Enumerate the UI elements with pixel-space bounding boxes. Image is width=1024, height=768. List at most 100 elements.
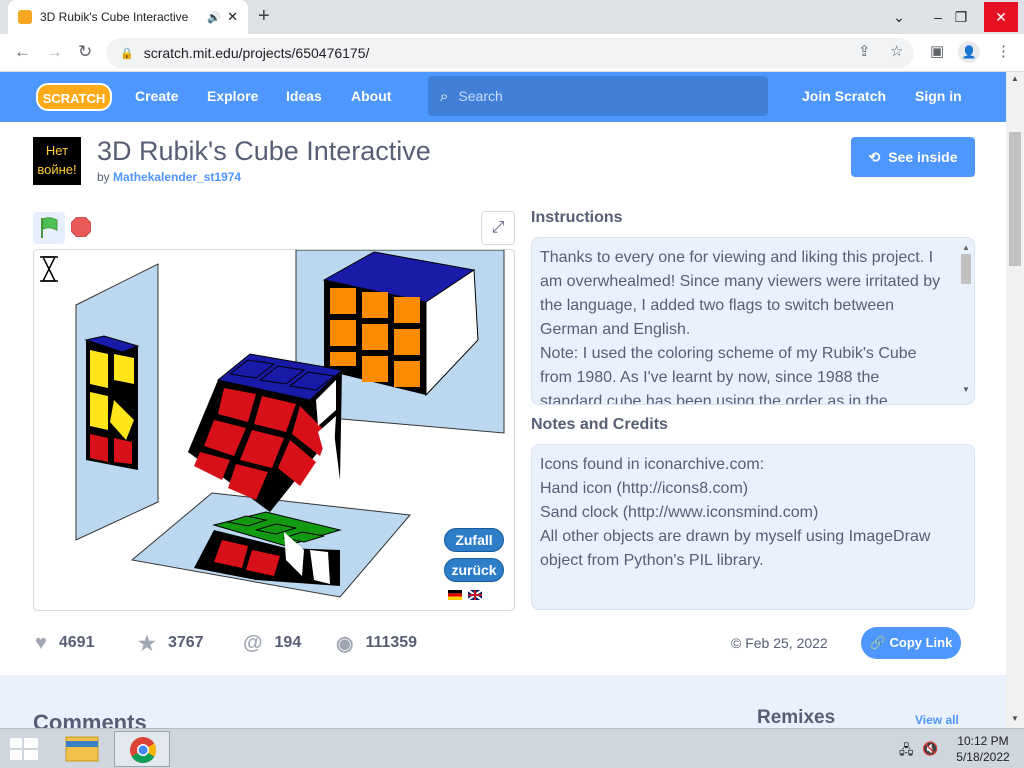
browser-tab-bar: 3D Rubik's Cube Interactive 🔊 ✕ + ⌄ – ❐ …: [0, 0, 1024, 34]
link-icon: 🔗: [869, 635, 886, 650]
nav-create[interactable]: Create: [135, 88, 179, 104]
fullscreen-button[interactable]: ⤢: [481, 211, 515, 245]
instructions-paragraph: Note: I used the coloring scheme of my R…: [540, 345, 917, 405]
see-inside-label: See inside: [888, 149, 958, 165]
favorite-stat[interactable]: ★ 3767: [138, 630, 204, 656]
instructions-paragraph: Thanks to every one for viewing and liki…: [540, 249, 941, 338]
join-scratch-link[interactable]: Join Scratch: [802, 88, 886, 104]
remixes-heading: Remixes: [757, 707, 836, 728]
chrome-icon: [130, 737, 157, 764]
copy-link-label: Copy Link: [889, 635, 953, 650]
notes-line: Hand icon (http://icons8.com): [540, 480, 749, 497]
search-input[interactable]: ⌕ Search: [428, 76, 768, 116]
notes-line: Sand clock (http://www.iconsmind.com): [540, 504, 819, 521]
love-stat[interactable]: ♥ 4691: [35, 630, 94, 656]
scratch-logo[interactable]: SCRATCH: [36, 83, 112, 111]
notes-heading: Notes and Credits: [531, 416, 668, 433]
remix-count: 194: [274, 634, 302, 651]
url-field[interactable]: 🔒 scratch.mit.edu/projects/650476175/: [106, 38, 914, 68]
address-bar: ← → ↻ 🔒 scratch.mit.edu/projects/6504761…: [0, 34, 1024, 72]
instructions-box[interactable]: Thanks to every one for viewing and liki…: [531, 237, 975, 405]
system-clock[interactable]: 10:12 PM 5/18/2022: [948, 733, 1018, 765]
profile-avatar-icon[interactable]: 👤: [958, 41, 980, 63]
back-icon[interactable]: ←: [14, 42, 31, 62]
green-flag-button[interactable]: [33, 212, 65, 244]
reload-icon[interactable]: ↻: [78, 42, 92, 62]
speaker-icon[interactable]: 🔊: [207, 11, 221, 24]
author-avatar[interactable]: Нет войне!: [33, 137, 81, 185]
instructions-heading: Instructions: [531, 209, 623, 226]
scroll-thumb[interactable]: [961, 254, 971, 284]
close-tab-icon[interactable]: ✕: [227, 9, 238, 25]
avatar-text-line-1: Нет: [45, 143, 69, 158]
remix-stat: @ 194: [243, 630, 301, 656]
bookmark-star-icon[interactable]: ☆: [890, 42, 903, 60]
url-text: scratch.mit.edu/projects/650476175/: [143, 45, 370, 61]
notes-box: Icons found in iconarchive.com: Hand ico…: [531, 444, 975, 610]
folder-icon: [65, 736, 99, 762]
close-window-button[interactable]: ✕: [984, 2, 1018, 32]
notes-line: Icons found in iconarchive.com:: [540, 456, 765, 473]
file-explorer-taskbar-button[interactable]: [58, 731, 114, 767]
zurueck-button[interactable]: zurück: [444, 558, 504, 582]
see-inside-button[interactable]: ⟲ See inside: [851, 137, 975, 177]
favorite-count: 3767: [167, 634, 204, 651]
zufall-button[interactable]: Zufall: [444, 528, 504, 552]
page-scroll-up-icon[interactable]: ▲: [1006, 74, 1024, 83]
stop-sign-icon: [70, 216, 92, 238]
browser-tab[interactable]: 3D Rubik's Cube Interactive 🔊 ✕: [8, 0, 248, 34]
by-label: by: [97, 170, 110, 184]
search-icon: ⌕: [440, 87, 449, 105]
scroll-up-arrow-icon[interactable]: ▲: [960, 242, 972, 254]
menu-dots-icon[interactable]: ⋮: [996, 42, 1011, 60]
remix-spiral-icon: @: [243, 631, 263, 654]
star-icon: ★: [138, 632, 156, 655]
copy-link-button[interactable]: 🔗 Copy Link: [861, 627, 961, 659]
new-tab-button[interactable]: +: [258, 5, 270, 28]
maximize-button[interactable]: ❐: [944, 2, 978, 32]
love-count: 4691: [58, 634, 95, 651]
share-icon[interactable]: ⇪: [858, 42, 871, 60]
view-count: 111359: [365, 634, 418, 651]
stage-canvas: [40, 250, 505, 601]
fullscreen-icon: ⤢: [491, 219, 505, 236]
uk-flag-icon[interactable]: [467, 589, 483, 601]
clock-time: 10:12 PM: [957, 734, 1009, 748]
lock-icon: 🔒: [120, 47, 134, 60]
stop-button[interactable]: [70, 216, 92, 238]
notes-line: All other objects are drawn by myself us…: [540, 528, 931, 569]
forward-icon[interactable]: →: [46, 42, 63, 62]
tab-title: 3D Rubik's Cube Interactive: [40, 10, 189, 24]
eye-icon: ◉: [336, 632, 354, 655]
green-flag-icon: [41, 217, 58, 238]
clock-date: 5/18/2022: [956, 750, 1010, 764]
windows-start-icon[interactable]: [10, 738, 38, 760]
nav-explore[interactable]: Explore: [207, 88, 258, 104]
views-stat: ◉ 111359: [336, 630, 417, 656]
project-title: 3D Rubik's Cube Interactive: [97, 136, 431, 166]
volume-muted-icon[interactable]: 🔇: [922, 741, 938, 757]
nav-ideas[interactable]: Ideas: [286, 88, 322, 104]
chrome-taskbar-button[interactable]: [114, 731, 170, 767]
page-scroll-thumb[interactable]: [1009, 132, 1021, 266]
sand-clock-icon: [40, 256, 58, 282]
sign-in-link[interactable]: Sign in: [915, 88, 962, 104]
network-icon[interactable]: 🖧: [899, 741, 914, 763]
page-scroll-down-icon[interactable]: ▼: [1006, 714, 1024, 723]
side-panel-icon[interactable]: ▣: [930, 42, 944, 60]
windows-taskbar: 🖧 🔇 10:12 PM 5/18/2022: [0, 728, 1024, 768]
german-flag-icon[interactable]: [448, 590, 462, 600]
author-link[interactable]: Mathekalender_st1974: [113, 170, 241, 184]
project-stage[interactable]: Zufall zurück: [33, 249, 515, 611]
tab-search-icon[interactable]: ⌄: [882, 2, 916, 32]
project-date: © Feb 25, 2022: [731, 635, 828, 651]
scratch-favicon: [18, 10, 32, 24]
view-all-link[interactable]: View all: [915, 713, 959, 727]
comments-section: [0, 675, 1006, 728]
instructions-scrollbar[interactable]: ▲ ▼: [960, 242, 972, 396]
page-scrollbar[interactable]: ▲ ▼: [1006, 72, 1024, 728]
avatar-text-line-2: войне!: [37, 162, 77, 177]
nav-about[interactable]: About: [351, 88, 391, 104]
scroll-down-arrow-icon[interactable]: ▼: [960, 384, 972, 396]
search-placeholder: Search: [458, 88, 503, 104]
